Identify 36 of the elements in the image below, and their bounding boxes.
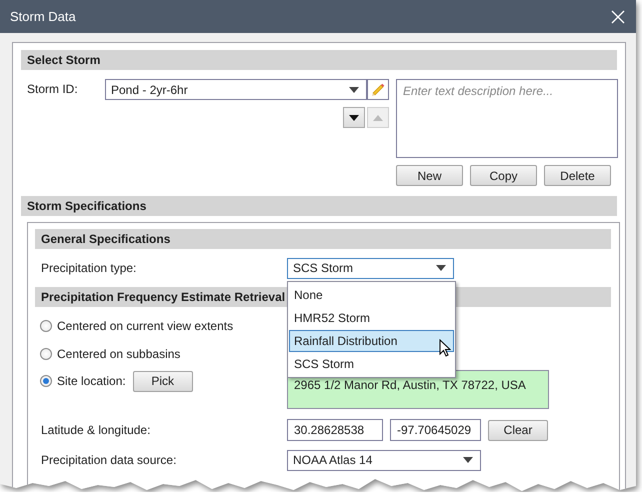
cursor-icon [439,338,451,356]
pick-button[interactable]: Pick [132,370,193,392]
radio-button[interactable] [40,348,52,360]
description-field[interactable]: Enter text description here... [396,79,618,158]
clear-button[interactable]: Clear [488,420,548,440]
radio-button[interactable] [40,375,52,387]
data-source-dropdown[interactable]: NOAA Atlas 14 [287,450,481,470]
caret-icon [373,114,383,120]
section-header: General Specifications [35,229,611,249]
dropdown-option[interactable]: HMR52 Storm [289,306,454,328]
caret-icon [349,114,359,120]
field-label: Latitude & longitude: [41,423,152,437]
longitude-field[interactable]: -97.70645029 [390,419,481,441]
field-label: Precipitation data source: [41,453,178,467]
caret-icon [349,86,359,92]
storm-id-dropdown[interactable]: Pond - 2yr-6hr [105,79,367,100]
latitude-field[interactable]: 30.28628538 [287,419,383,441]
section-header: Select Storm [21,50,617,70]
precipitation-type-dropdown[interactable]: SCS Storm [287,258,454,278]
option-label: Centered on subbasins [57,347,180,361]
edit-button[interactable] [367,79,389,100]
section-header: Storm Specifications [21,196,617,216]
radio-button[interactable] [40,320,52,332]
option-label: Site location: [57,374,126,388]
caret-icon [436,265,446,271]
field-label: Storm ID: [27,81,79,98]
pencil-icon [370,82,386,98]
action-button[interactable]: New [396,165,463,186]
move-down-button[interactable] [343,107,365,128]
field-label: Precipitation type: [41,261,138,275]
window-title: Storm Data [10,9,76,24]
action-button[interactable]: Copy [470,165,537,186]
caret-icon [463,457,473,463]
close-icon [611,10,625,24]
option-label: Centered on current view extents [57,319,234,333]
action-button[interactable]: Delete [544,165,611,186]
